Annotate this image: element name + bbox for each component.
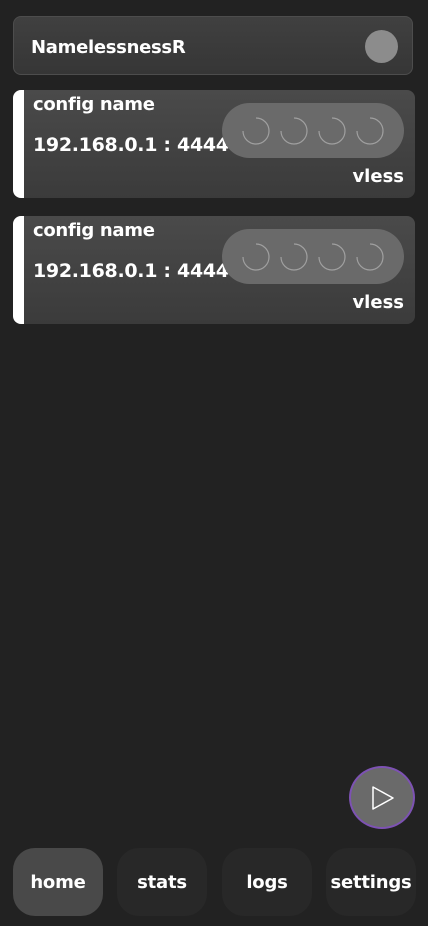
selected-indicator — [13, 216, 24, 324]
config-card[interactable]: config name 192.168.0.1 : 4444 vless — [13, 90, 415, 198]
nav-home[interactable]: home — [13, 848, 103, 916]
loading-spinner-icon — [318, 242, 346, 271]
loading-spinner-icon — [242, 116, 270, 145]
config-protocol: vless — [352, 292, 404, 313]
ping-indicator[interactable] — [222, 103, 404, 158]
nav-settings[interactable]: settings — [326, 848, 416, 916]
loading-spinner-icon — [280, 116, 308, 145]
loading-spinner-icon — [280, 242, 308, 271]
selected-indicator — [13, 90, 24, 198]
nav-logs[interactable]: logs — [222, 848, 312, 916]
config-card[interactable]: config name 192.168.0.1 : 4444 vless — [13, 216, 415, 324]
profile-name: NamelessnessR — [31, 37, 186, 58]
config-address: 192.168.0.1 : 4444 — [33, 260, 229, 282]
loading-spinner-icon — [356, 116, 384, 145]
config-name: config name — [33, 220, 155, 241]
ping-indicator[interactable] — [222, 229, 404, 284]
loading-spinner-icon — [242, 242, 270, 271]
play-icon — [372, 785, 394, 810]
connect-button[interactable] — [349, 766, 415, 829]
profile-bar[interactable]: NamelessnessR — [13, 16, 413, 75]
loading-spinner-icon — [318, 116, 346, 145]
status-dot-icon[interactable] — [365, 30, 398, 63]
config-address: 192.168.0.1 : 4444 — [33, 134, 229, 156]
loading-spinner-icon — [356, 242, 384, 271]
config-name: config name — [33, 94, 155, 115]
nav-stats[interactable]: stats — [117, 848, 207, 916]
config-protocol: vless — [352, 166, 404, 187]
